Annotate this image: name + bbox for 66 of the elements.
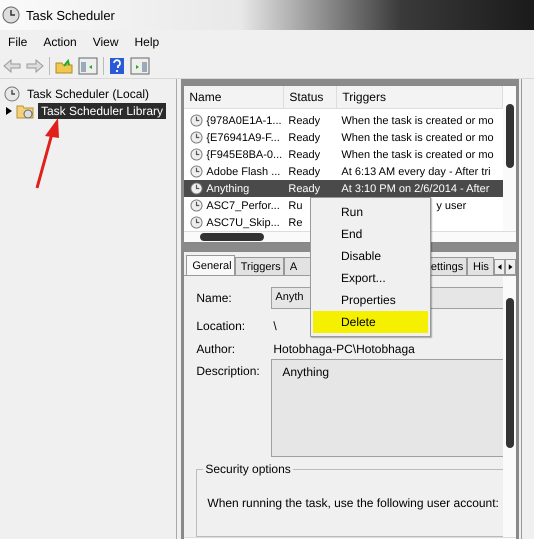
tab[interactable]: Triggers [234, 257, 284, 275]
task-name[interactable]: {F945E8BA-0... [206, 148, 282, 160]
clock-icon [190, 216, 204, 229]
column-header[interactable]: Status [284, 86, 338, 108]
menu-item[interactable]: Help [134, 34, 160, 48]
console-tree-icon[interactable] [78, 56, 98, 74]
task-status: Re [288, 216, 302, 228]
description-field[interactable]: Anything [271, 359, 504, 457]
action-pane-icon[interactable] [130, 56, 150, 74]
task-status: Ready [288, 148, 320, 160]
tree-item[interactable]: Task Scheduler (Local) [24, 86, 152, 102]
task-status: Ready [288, 132, 320, 144]
menu-item[interactable]: Export... [313, 267, 428, 289]
task-trigger: When the task is created or mo [341, 148, 494, 160]
vertical-scrollbar[interactable] [503, 86, 516, 231]
menu-item[interactable]: File [8, 34, 28, 48]
menu-item[interactable]: Properties [313, 289, 428, 311]
tree-item[interactable]: Task Scheduler Library [38, 102, 166, 118]
clock-icon [190, 131, 204, 144]
expand-arrow-icon[interactable] [6, 106, 12, 114]
folder-up-icon[interactable] [55, 58, 73, 74]
clock-icon [190, 165, 204, 178]
tab-scroll-right-icon[interactable] [505, 259, 516, 275]
column-header[interactable]: Name [184, 86, 284, 108]
task-trigger: At 6:13 AM every day - After tri [341, 166, 491, 178]
window-title: Task Scheduler [26, 8, 115, 22]
vertical-scrollbar[interactable] [503, 276, 516, 537]
menu-item[interactable]: Disable [313, 245, 428, 267]
task-name[interactable]: {E76941A9-F... [206, 132, 280, 144]
menu-item[interactable]: View [92, 34, 118, 48]
task-trigger: At 3:10 PM on 2/6/2014 - After [341, 182, 490, 194]
menu-item[interactable]: End [313, 223, 428, 245]
menu-item[interactable]: Run [313, 201, 428, 223]
field-label: Description: [196, 364, 261, 378]
location-value: \ [272, 319, 277, 333]
task-name[interactable]: {978A0E1A-1... [206, 114, 282, 126]
task-status: Ready [288, 182, 320, 194]
security-text: When running the task, use the following user account: [207, 496, 500, 510]
task-status: Ready [288, 114, 320, 126]
task-status: Ru [288, 200, 302, 212]
menu-item[interactable]: Action [43, 34, 77, 48]
task-name[interactable]: ASC7U_Skip... [206, 216, 280, 228]
menu-item[interactable]: Delete [313, 311, 428, 333]
clock-icon [190, 199, 204, 212]
clock-icon [190, 114, 204, 127]
tab[interactable]: His [467, 257, 494, 275]
author-value: Hotobhaga-PC\Hotobhaga [272, 342, 415, 356]
field-label: Author: [196, 342, 236, 356]
clock-icon [190, 148, 204, 161]
task-name[interactable]: Anything [206, 182, 250, 194]
clock-icon [4, 86, 20, 102]
task-trigger: When the task is created or mo [341, 114, 494, 126]
task-trigger: When the task is created or mo [341, 132, 494, 144]
field-label: Name: [196, 291, 233, 305]
task-name[interactable]: Adobe Flash ... [206, 166, 280, 178]
tab-scroll-left-icon[interactable] [494, 259, 506, 275]
task-status: Ready [288, 166, 320, 178]
tab[interactable]: ettings [430, 257, 468, 275]
folder-icon [16, 102, 34, 118]
task-name[interactable]: ASC7_Perfor... [206, 200, 280, 212]
tab[interactable]: General [186, 255, 235, 275]
task-trigger: y user [436, 200, 466, 212]
group-title: Security options [203, 462, 293, 476]
field-label: Location: [196, 319, 246, 333]
clock-icon [2, 6, 20, 24]
help-icon[interactable] [109, 56, 125, 74]
